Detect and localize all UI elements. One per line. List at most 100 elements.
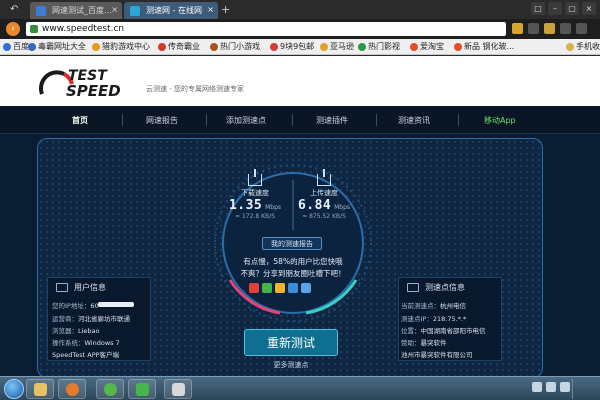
tab-close-icon[interactable]: × xyxy=(207,5,214,14)
site-slogan: 云测速 - 您的专属网络测速专家 xyxy=(146,85,244,93)
retest-button[interactable]: 重新测试 xyxy=(244,329,338,356)
wechat-icon[interactable] xyxy=(262,283,272,293)
amazon-icon xyxy=(320,43,328,51)
action-center-icon[interactable] xyxy=(560,382,570,392)
taskbar-liebao[interactable] xyxy=(58,379,86,399)
bookmark-item[interactable]: 百度 xyxy=(3,41,29,52)
site-header: TEST SPEED 云测速 - 您的专属网络测速专家 xyxy=(0,56,600,106)
volume-icon[interactable] xyxy=(546,382,556,392)
bookmark-item[interactable]: 爱淘宝 xyxy=(410,41,444,52)
bookmark-item[interactable]: 新品 钢化玻... xyxy=(454,41,514,52)
new-tab-button[interactable]: + xyxy=(221,3,230,16)
game-icon xyxy=(158,43,166,51)
download-icon[interactable] xyxy=(560,23,571,34)
upload-value-row: 6.84 Mbps xyxy=(291,198,357,213)
window-controls: □ – ▢ × xyxy=(531,2,596,15)
point-ip-row: 测速点IP：218.75.*.* xyxy=(401,315,467,323)
bookmark-item[interactable]: 热门影视 xyxy=(358,41,400,52)
address-input[interactable]: www.speedtest.cn xyxy=(26,22,506,36)
folder-icon xyxy=(566,43,574,51)
nav-mobile-app[interactable]: 移动App xyxy=(484,115,516,126)
shop-icon xyxy=(270,43,278,51)
taobao-icon xyxy=(410,43,418,51)
taskbar-refresh-app[interactable] xyxy=(96,379,124,399)
star-icon[interactable] xyxy=(544,23,555,34)
point-sponsor-row: 赞助：暴突软件 xyxy=(401,339,447,347)
user-os-row: 操作系统：Windows 7 xyxy=(52,339,120,347)
address-text: www.speedtest.cn xyxy=(42,24,125,34)
show-desktop-area[interactable] xyxy=(572,379,596,399)
windows-taskbar xyxy=(0,376,600,400)
refresh-icon[interactable] xyxy=(528,23,539,34)
point-info-title: 测速点信息 xyxy=(425,283,465,292)
tab-baidu[interactable]: 网速测试_百度... × xyxy=(30,2,122,19)
paw-icon xyxy=(3,43,11,51)
menu-icon[interactable] xyxy=(576,23,587,34)
lightning-icon[interactable] xyxy=(512,23,523,34)
nav-news[interactable]: 测速资讯 xyxy=(398,115,430,126)
nav-home[interactable]: 首页 xyxy=(72,115,88,126)
minimize-icon[interactable]: – xyxy=(548,2,562,15)
download-unit: Mbps xyxy=(265,204,282,211)
my-report-button[interactable]: 我的测速报告 xyxy=(262,237,322,250)
user-isp-row: 运营商：河北省廊坊市联通 xyxy=(52,315,130,323)
bookmarks-bar: 百度 毒霸网址大全 猎豹游戏中心 传奇霸业 热门小游戏 9块9包邮 亚马逊 热门… xyxy=(0,39,600,55)
baidu-favicon-icon xyxy=(36,6,46,16)
bookmark-item[interactable]: 毒霸网址大全 xyxy=(28,41,86,52)
taskbar-explorer[interactable] xyxy=(26,379,54,399)
site-nav: 首页 网速报告 添加测速点 测速插件 测速资讯 移动App xyxy=(0,106,600,134)
tencent-weibo-icon[interactable] xyxy=(288,283,298,293)
maximize-icon[interactable]: ▢ xyxy=(565,2,579,15)
start-button[interactable] xyxy=(4,379,24,399)
speedtest-logo[interactable]: TEST SPEED xyxy=(38,64,138,100)
more-share-icon[interactable] xyxy=(301,283,311,293)
back-button[interactable]: ‹ xyxy=(6,22,20,36)
bookmark-item[interactable]: 手机收 xyxy=(566,41,600,52)
taskbar-iqiyi[interactable] xyxy=(128,379,156,399)
nav-add-point[interactable]: 添加测速点 xyxy=(226,115,266,126)
bookmark-item[interactable]: 热门小游戏 xyxy=(210,41,260,52)
download-icon xyxy=(248,169,262,186)
folder-icon xyxy=(34,383,47,396)
system-tray xyxy=(532,382,570,392)
weibo-icon[interactable] xyxy=(249,283,259,293)
download-value-row: 1.35 Mbps xyxy=(222,198,288,213)
user-ip-row: 您的IP地址：60 xyxy=(52,302,99,310)
bookmark-item[interactable]: 亚马逊 xyxy=(320,41,354,52)
network-icon[interactable] xyxy=(532,382,542,392)
nav-divider xyxy=(122,114,123,126)
close-window-icon[interactable]: × xyxy=(582,2,596,15)
upload-speed-box: 上传速度 6.84 Mbps ≈ 875.52 KB/S xyxy=(291,169,357,220)
user-info-title: 用户信息 xyxy=(74,283,106,292)
speedtest-favicon-icon xyxy=(130,6,140,16)
k-icon xyxy=(28,43,36,51)
game-icon xyxy=(92,43,100,51)
toolbar-icons xyxy=(512,23,587,34)
share-icons xyxy=(249,283,311,293)
taskbar-paint[interactable] xyxy=(164,379,192,399)
nav-divider xyxy=(458,114,459,126)
share-prompt-text: 不爽？分享到朋友圈吐槽下吧！ xyxy=(240,269,346,278)
sponsor-link[interactable]: 池州市暴突软件有限公司 xyxy=(401,349,473,359)
back-arrow-icon[interactable]: ↶ xyxy=(10,4,18,15)
redacted-ip xyxy=(98,302,134,307)
qzone-star-icon[interactable] xyxy=(275,283,285,293)
user-browser-row: 浏览器：Liebao xyxy=(52,327,100,335)
nav-plugin[interactable]: 测速插件 xyxy=(316,115,348,126)
download-label: 下载速度 xyxy=(241,189,269,197)
app-client-link[interactable]: SpeedTest APP客户端 xyxy=(52,349,119,359)
bookmark-item[interactable]: 9块9包邮 xyxy=(270,41,314,52)
cheetah-browser-icon xyxy=(66,383,79,396)
more-points-link[interactable]: 更多测速点 xyxy=(260,360,322,370)
browser-tabbar: ↶ 网速测试_百度... × 测速网 - 在线网 × + □ – ▢ × xyxy=(0,0,600,19)
nav-report[interactable]: 网速报告 xyxy=(146,115,178,126)
tab-label: 网速测试_百度... xyxy=(52,6,112,15)
nav-divider xyxy=(206,114,207,126)
update-icon xyxy=(104,383,117,396)
tab-close-icon[interactable]: × xyxy=(111,5,118,14)
speed-rank-text: 有点慢，58%的用户比您快哦 xyxy=(243,257,343,266)
bookmark-item[interactable]: 猎豹游戏中心 xyxy=(92,41,150,52)
tab-speedtest[interactable]: 测速网 - 在线网 × xyxy=(124,2,218,19)
bookmark-item[interactable]: 传奇霸业 xyxy=(158,41,200,52)
restore-icon[interactable]: □ xyxy=(531,2,545,15)
